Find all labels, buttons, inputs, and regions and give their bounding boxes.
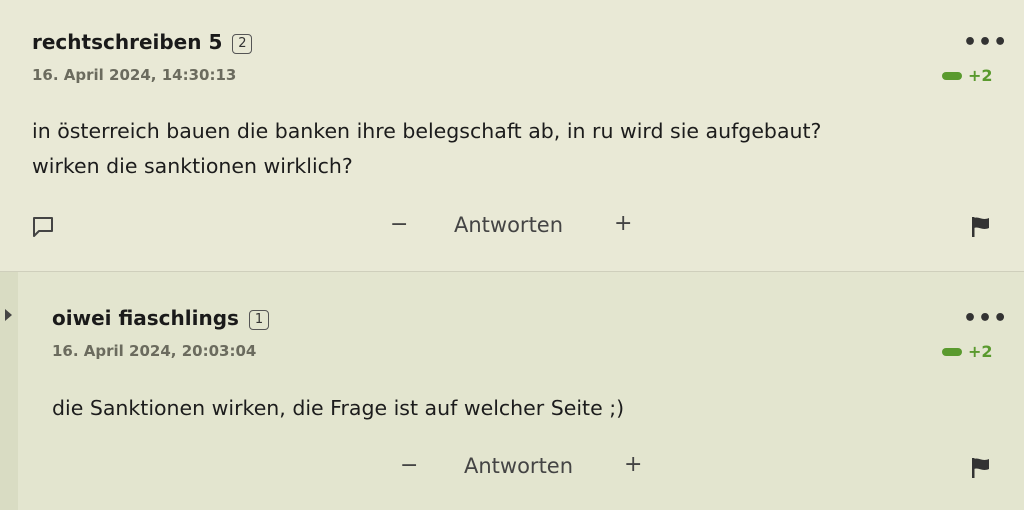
comment-timestamp: 16. April 2024, 14:30:13 bbox=[32, 66, 237, 84]
score-value: +2 bbox=[968, 66, 993, 85]
reply-button[interactable]: Antworten bbox=[464, 454, 573, 478]
author-name[interactable]: oiwei fiaschlings bbox=[52, 306, 239, 330]
flag-icon[interactable] bbox=[970, 215, 992, 239]
comment-text-line: wirken die sanktionen wirklich? bbox=[32, 154, 353, 178]
comment-score[interactable]: +2 bbox=[942, 66, 993, 85]
thread-collapse-bar[interactable] bbox=[0, 272, 18, 510]
score-bar-icon bbox=[942, 71, 962, 80]
downvote-button[interactable]: − bbox=[390, 212, 408, 237]
score-value: +2 bbox=[968, 342, 993, 361]
comment-2: oiwei fiaschlings 1 16. April 2024, 20:03… bbox=[0, 272, 1024, 510]
comment-text: in österreich bauen die banken ihre bele… bbox=[32, 114, 821, 184]
reply-button[interactable]: Antworten bbox=[454, 213, 563, 237]
comment-score[interactable]: +2 bbox=[942, 342, 993, 361]
flag-icon[interactable] bbox=[970, 456, 992, 480]
user-badge: 1 bbox=[248, 310, 269, 330]
speech-bubble-icon[interactable] bbox=[32, 216, 54, 238]
more-options-button[interactable]: ••• bbox=[963, 32, 1008, 54]
comment-text: die Sanktionen wirken, die Frage ist auf… bbox=[52, 391, 624, 426]
caret-right-icon[interactable] bbox=[5, 309, 12, 321]
upvote-button[interactable]: + bbox=[624, 452, 642, 477]
user-badge: 2 bbox=[232, 34, 253, 54]
comment-text-line: die Sanktionen wirken, die Frage ist auf… bbox=[52, 396, 625, 420]
comment-author[interactable]: oiwei fiaschlings 1 bbox=[52, 306, 269, 330]
comment-timestamp: 16. April 2024, 20:03:04 bbox=[52, 342, 257, 360]
comment-text-line: in österreich bauen die banken ihre bele… bbox=[32, 119, 822, 143]
comment-author[interactable]: rechtschreiben 5 2 bbox=[32, 30, 253, 54]
score-bar-icon bbox=[942, 347, 962, 356]
comment-1: rechtschreiben 5 2 16. April 2024, 14:30:… bbox=[0, 0, 1024, 272]
upvote-button[interactable]: + bbox=[614, 211, 632, 236]
author-name[interactable]: rechtschreiben 5 bbox=[32, 30, 222, 54]
downvote-button[interactable]: − bbox=[400, 453, 418, 478]
more-options-button[interactable]: ••• bbox=[963, 308, 1008, 330]
